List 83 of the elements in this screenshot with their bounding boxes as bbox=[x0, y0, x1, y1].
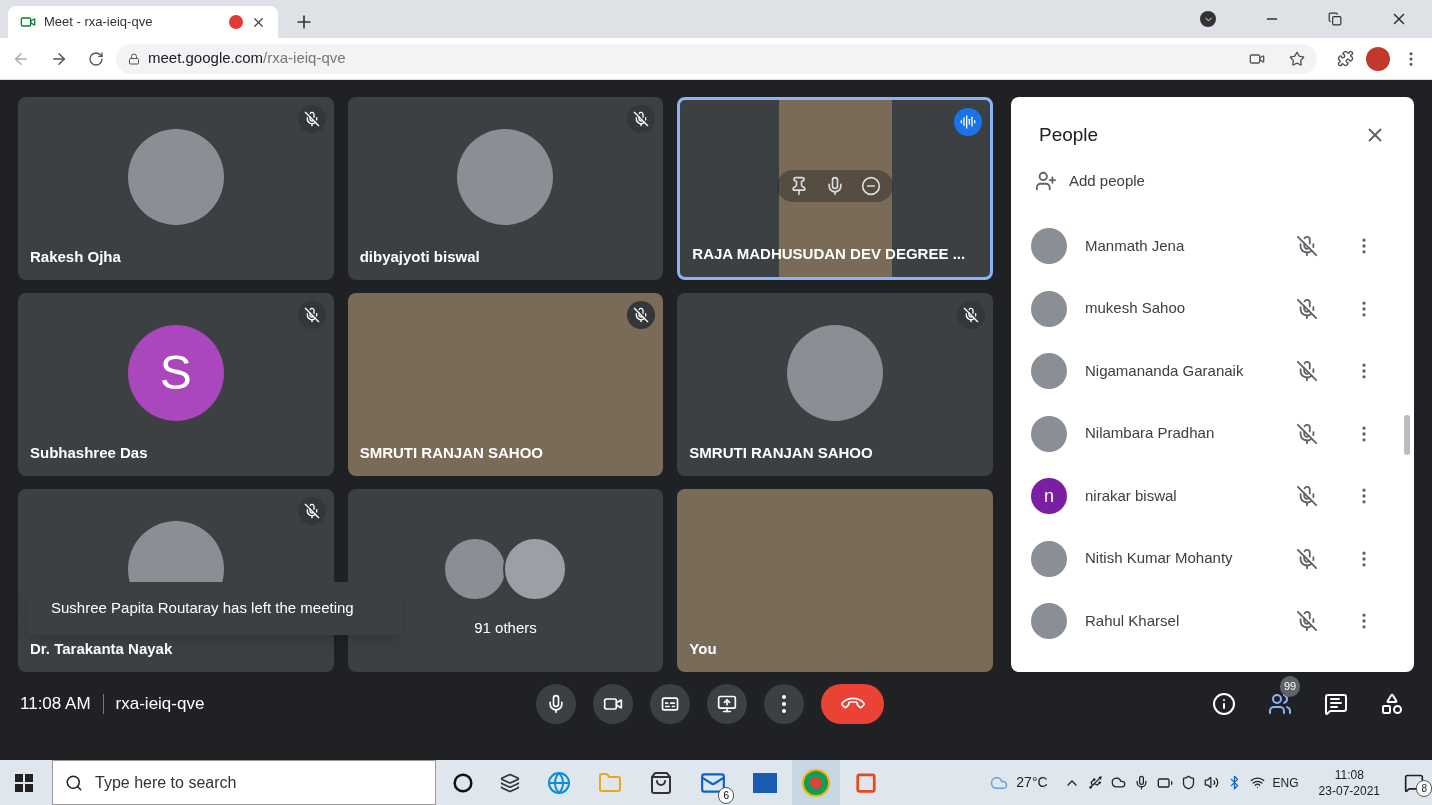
browser-tab[interactable]: Meet - rxa-ieiq-qve bbox=[8, 6, 278, 38]
letter-avatar: S bbox=[127, 324, 224, 421]
people-count-badge: 99 bbox=[1280, 676, 1301, 697]
notifications-icon[interactable] bbox=[1404, 772, 1424, 793]
camera-button[interactable] bbox=[593, 684, 633, 724]
more-icon bbox=[782, 695, 786, 713]
avatar-photo-placeholder bbox=[1031, 603, 1067, 639]
office-icon[interactable] bbox=[855, 771, 877, 794]
cloud-icon[interactable] bbox=[1110, 775, 1126, 790]
taskbar-search-field[interactable]: Type here to search bbox=[52, 760, 436, 805]
present-button[interactable] bbox=[707, 684, 747, 724]
lock-icon bbox=[128, 52, 140, 65]
url-text: meet.google.com/rxa-ieiq-qve bbox=[148, 48, 347, 69]
bookmark-star-icon[interactable] bbox=[1289, 50, 1305, 67]
remove-button[interactable] bbox=[861, 176, 882, 196]
more-options-button[interactable] bbox=[764, 684, 804, 724]
participant-name: dibyajyoti biswal bbox=[359, 246, 480, 267]
avatar-photo-placeholder bbox=[1031, 290, 1067, 327]
tab-title: Meet - rxa-ieiq-qve bbox=[44, 13, 154, 32]
chat-icon[interactable] bbox=[1324, 692, 1348, 716]
language-indicator[interactable]: ENG bbox=[1272, 773, 1299, 792]
taskbar-date[interactable]: 23-07-2021 bbox=[1318, 782, 1380, 799]
edge-icon[interactable] bbox=[547, 770, 571, 795]
mail-badge: 6 bbox=[718, 786, 734, 804]
participant-name: Nigamananda Garanaik bbox=[1085, 360, 1245, 381]
participant-name: mukesh Sahoo bbox=[1085, 298, 1187, 319]
search-icon bbox=[65, 773, 83, 792]
avatar-photo-placeholder bbox=[1031, 353, 1067, 389]
participant-name: Rakesh Ojha bbox=[30, 246, 121, 267]
volume-icon[interactable] bbox=[1203, 775, 1219, 790]
usb-icon[interactable] bbox=[1087, 775, 1103, 790]
present-screen-icon bbox=[717, 694, 737, 714]
captions-icon bbox=[660, 694, 680, 714]
avatar-photo-placeholder bbox=[1031, 540, 1067, 577]
clock-time: 11:08 AM bbox=[20, 693, 91, 716]
participant-name: nirakar biswal bbox=[1085, 485, 1178, 506]
participant-name: Manmath Jena bbox=[1085, 235, 1186, 256]
participant-name: SMRUTI RANJAN SAHOO bbox=[359, 442, 543, 463]
info-icon[interactable] bbox=[1212, 692, 1236, 716]
profile-avatar[interactable] bbox=[1366, 46, 1390, 71]
store-icon[interactable] bbox=[649, 770, 673, 795]
add-people-button[interactable]: Add people bbox=[1011, 169, 1414, 192]
security-icon[interactable] bbox=[1180, 775, 1196, 790]
mic-icon bbox=[546, 694, 566, 714]
speaking-indicator-icon bbox=[954, 108, 982, 136]
microphone-icon[interactable] bbox=[1133, 775, 1149, 790]
panel-title: People bbox=[1039, 123, 1099, 147]
notification-badge: 8 bbox=[1416, 779, 1432, 797]
wifi-icon[interactable] bbox=[1249, 775, 1265, 790]
weather-temperature[interactable]: 27°C bbox=[1016, 772, 1048, 793]
meeting-code: rxa-ieiq-qve bbox=[115, 693, 205, 716]
activities-icon[interactable] bbox=[1380, 692, 1404, 716]
chrome-icon[interactable] bbox=[792, 760, 840, 805]
participant-name: 91 others bbox=[474, 618, 537, 639]
address-bar[interactable]: meet.google.com/rxa-ieiq-qve bbox=[116, 43, 1317, 74]
task-view-icon[interactable] bbox=[500, 772, 520, 793]
leave-call-button[interactable] bbox=[821, 684, 884, 724]
participant-name: Nilambara Pradhan bbox=[1085, 423, 1216, 444]
taskbar-time[interactable]: 11:08 bbox=[1334, 766, 1364, 783]
avatar-photo-placeholder bbox=[1031, 415, 1067, 452]
participant-name: SMRUTI RANJAN SAHOO bbox=[689, 442, 873, 463]
participant-name: You bbox=[689, 638, 717, 659]
avatar-photo-placeholder bbox=[1031, 228, 1067, 264]
left-meeting-toast: Sushree Papita Routaray has left the meeting bbox=[27, 582, 403, 635]
participant-name: Subhashree Das bbox=[30, 442, 148, 463]
app-icon[interactable] bbox=[753, 772, 777, 793]
reload-icon[interactable] bbox=[88, 50, 104, 67]
participant-name: RAJA MADHUSUDAN DEV DEGREE ... bbox=[692, 243, 966, 264]
meet-logo-icon bbox=[20, 14, 36, 30]
letter-avatar: n bbox=[1031, 478, 1067, 514]
participant-name: Dr. Tarakanta Nayak bbox=[30, 638, 173, 659]
people-icon[interactable] bbox=[1268, 692, 1292, 716]
restore-icon[interactable] bbox=[1328, 12, 1342, 26]
participant-name: Rahul Kharsel bbox=[1085, 610, 1181, 631]
captions-button[interactable] bbox=[650, 684, 690, 724]
cortana-icon[interactable] bbox=[453, 772, 473, 793]
scrollbar[interactable] bbox=[1404, 415, 1410, 455]
participant-name: Nitish Kumar Mohanty bbox=[1085, 548, 1234, 569]
extensions-icon[interactable] bbox=[1337, 50, 1354, 67]
search-placeholder: Type here to search bbox=[95, 772, 237, 793]
mic-button[interactable] bbox=[536, 684, 576, 724]
tab-search-icon[interactable] bbox=[1200, 11, 1216, 27]
add-person-icon bbox=[1035, 169, 1057, 192]
